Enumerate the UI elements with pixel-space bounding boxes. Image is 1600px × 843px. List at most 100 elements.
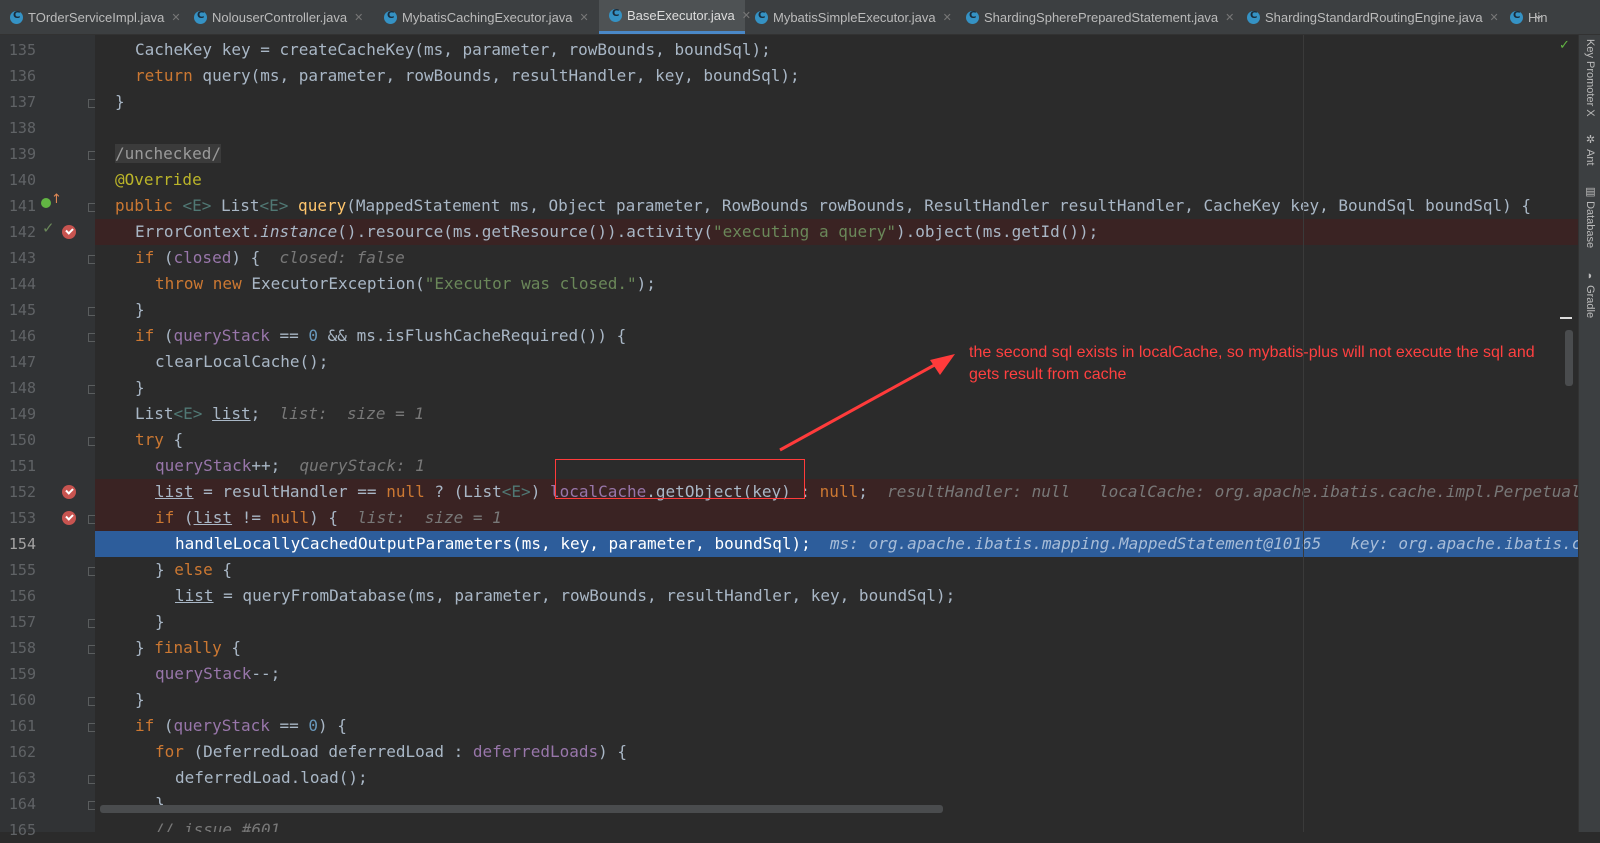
code-line: for (DeferredLoad deferredLoad : deferre… xyxy=(155,742,628,761)
line-number: 140 xyxy=(8,171,36,189)
editor-gutter[interactable]: 135 136 137 138 139 140 141 142 143 144 … xyxy=(0,35,97,839)
java-class-icon xyxy=(1510,10,1523,24)
code-line: // issue #601 xyxy=(155,820,281,832)
vertical-scrollbar[interactable] xyxy=(1565,330,1573,386)
line-number: 137 xyxy=(8,93,36,111)
code-line-breakpoint: if (list != null) { list: size = 1 xyxy=(95,505,1578,531)
breakpoint-icon[interactable] xyxy=(62,485,76,499)
editor-tab-bar: TOrderServiceImpl.java ✕ NolouserControl… xyxy=(0,0,1600,35)
close-icon[interactable]: ✕ xyxy=(943,11,952,24)
code-editor[interactable]: CacheKey key = createCacheKey(ms, parame… xyxy=(95,35,1578,832)
line-number: 138 xyxy=(8,119,36,137)
tab-baseexecutor[interactable]: BaseExecutor.java ✕ xyxy=(599,0,751,34)
tool-database[interactable]: ▤ Database xyxy=(1579,185,1600,248)
java-class-icon xyxy=(1247,10,1260,24)
close-icon[interactable]: ✕ xyxy=(1225,11,1234,24)
code-line: List<E> list; list: size = 1 xyxy=(135,404,425,423)
code-line: } xyxy=(135,690,145,709)
right-tool-strip: Key Promoter X ✲ Ant ▤ Database ◗ Gradle xyxy=(1578,35,1600,832)
code-line: if (closed) { closed: false xyxy=(135,248,405,267)
java-class-icon xyxy=(194,10,207,24)
inline-debug-value: closed: false xyxy=(279,248,405,267)
code-line: } finally { xyxy=(135,638,241,657)
code-line: throw new ExecutorException("Executor wa… xyxy=(155,274,656,293)
tab-torderserviceimpl[interactable]: TOrderServiceImpl.java ✕ xyxy=(0,0,184,34)
java-class-icon xyxy=(609,8,622,22)
scroll-position-marker xyxy=(1560,317,1572,319)
line-number: 152 xyxy=(8,483,36,501)
line-number: 147 xyxy=(8,353,36,371)
line-number: 154 xyxy=(8,535,36,553)
overrides-method-icon[interactable] xyxy=(41,198,51,208)
line-number: 160 xyxy=(8,691,36,709)
tool-key-promoter[interactable]: Key Promoter X xyxy=(1579,39,1600,117)
line-number: 143 xyxy=(8,249,36,267)
inspection-ok-icon[interactable]: ✓ xyxy=(1559,38,1570,53)
code-line: @Override xyxy=(115,170,202,189)
close-icon[interactable]: ✕ xyxy=(171,11,180,24)
code-line: public <E> List<E> query(MappedStatement… xyxy=(115,196,1532,215)
horizontal-scrollbar[interactable] xyxy=(100,805,943,813)
line-number: 165 xyxy=(8,821,36,839)
gradle-icon: ◗ xyxy=(1584,270,1596,282)
line-number: 156 xyxy=(8,587,36,605)
code-line: CacheKey key = createCacheKey(ms, parame… xyxy=(135,40,771,59)
database-icon: ▤ xyxy=(1584,185,1596,198)
breakpoint-icon[interactable] xyxy=(62,225,76,239)
line-number: 163 xyxy=(8,769,36,787)
java-class-icon xyxy=(755,10,768,24)
tab-shardingstandardroutingengine[interactable]: ShardingStandardRoutingEngine.java ✕ xyxy=(1237,0,1500,34)
close-icon[interactable]: ✕ xyxy=(1490,11,1499,24)
line-number: 151 xyxy=(8,457,36,475)
line-number: 159 xyxy=(8,665,36,683)
code-line-breakpoint: ErrorContext.instance().resource(ms.getR… xyxy=(95,219,1578,245)
line-number: 162 xyxy=(8,743,36,761)
ant-icon: ✲ xyxy=(1584,133,1596,146)
code-line: queryStack++; queryStack: 1 xyxy=(155,456,425,475)
line-number: 149 xyxy=(8,405,36,423)
tab-nolousercontroller[interactable]: NolouserController.java ✕ xyxy=(184,0,374,34)
code-line: try { xyxy=(135,430,184,449)
tool-ant[interactable]: ✲ Ant xyxy=(1579,133,1600,166)
tab-mybatiscachingexecutor[interactable]: MybatisCachingExecutor.java ✕ xyxy=(374,0,599,34)
line-number: 139 xyxy=(8,145,36,163)
java-class-icon xyxy=(384,10,397,24)
tab-mybatissimpleexecutor[interactable]: MybatisSimpleExecutor.java ✕ xyxy=(745,0,956,34)
inline-debug-value: resultHandler: null localCache: org.apac… xyxy=(887,482,1578,501)
line-number: 158 xyxy=(8,639,36,657)
line-number: 136 xyxy=(8,67,36,85)
code-line: queryStack--; xyxy=(155,664,281,683)
line-number: 146 xyxy=(8,327,36,345)
tab-label: BaseExecutor.java xyxy=(627,8,735,23)
line-number: 145 xyxy=(8,301,36,319)
java-class-icon xyxy=(10,10,23,24)
tab-label: ShardingSpherePreparedStatement.java xyxy=(984,9,1219,25)
code-line: } xyxy=(155,612,165,631)
arrow-up-icon: ↑ xyxy=(51,192,62,207)
line-number: 153 xyxy=(8,509,36,527)
inline-debug-value: list: size = 1 xyxy=(279,404,425,423)
line-number: 155 xyxy=(8,561,36,579)
line-number: 150 xyxy=(8,431,36,449)
code-line: } xyxy=(155,794,165,813)
code-line: list = queryFromDatabase(ms, parameter, … xyxy=(175,586,956,605)
java-class-icon xyxy=(966,10,979,24)
line-number: 164 xyxy=(8,795,36,813)
code-line-execution-point: handleLocallyCachedOutputParameters(ms, … xyxy=(95,531,1578,557)
code-line: deferredLoad.load(); xyxy=(175,768,368,787)
close-icon[interactable]: ✕ xyxy=(354,11,363,24)
breakpoint-icon[interactable] xyxy=(62,511,76,525)
annotation-text: the second sql exists in localCache, so … xyxy=(969,344,1535,383)
code-line: return query(ms, parameter, rowBounds, r… xyxy=(135,66,800,85)
line-number: 135 xyxy=(8,41,36,59)
checkmark-icon: ✓ xyxy=(42,219,55,237)
close-icon[interactable]: ✕ xyxy=(580,11,589,24)
code-line: } else { xyxy=(155,560,233,579)
tool-gradle[interactable]: ◗ Gradle xyxy=(1579,270,1600,318)
inline-debug-value: queryStack: 1 xyxy=(299,456,425,475)
tab-shardingspherepreparedstatement[interactable]: ShardingSpherePreparedStatement.java ✕ xyxy=(956,0,1237,34)
chevron-down-icon[interactable]: ⌄ xyxy=(1533,8,1544,23)
right-margin-guide xyxy=(1303,35,1304,832)
code-line: } xyxy=(135,300,145,319)
